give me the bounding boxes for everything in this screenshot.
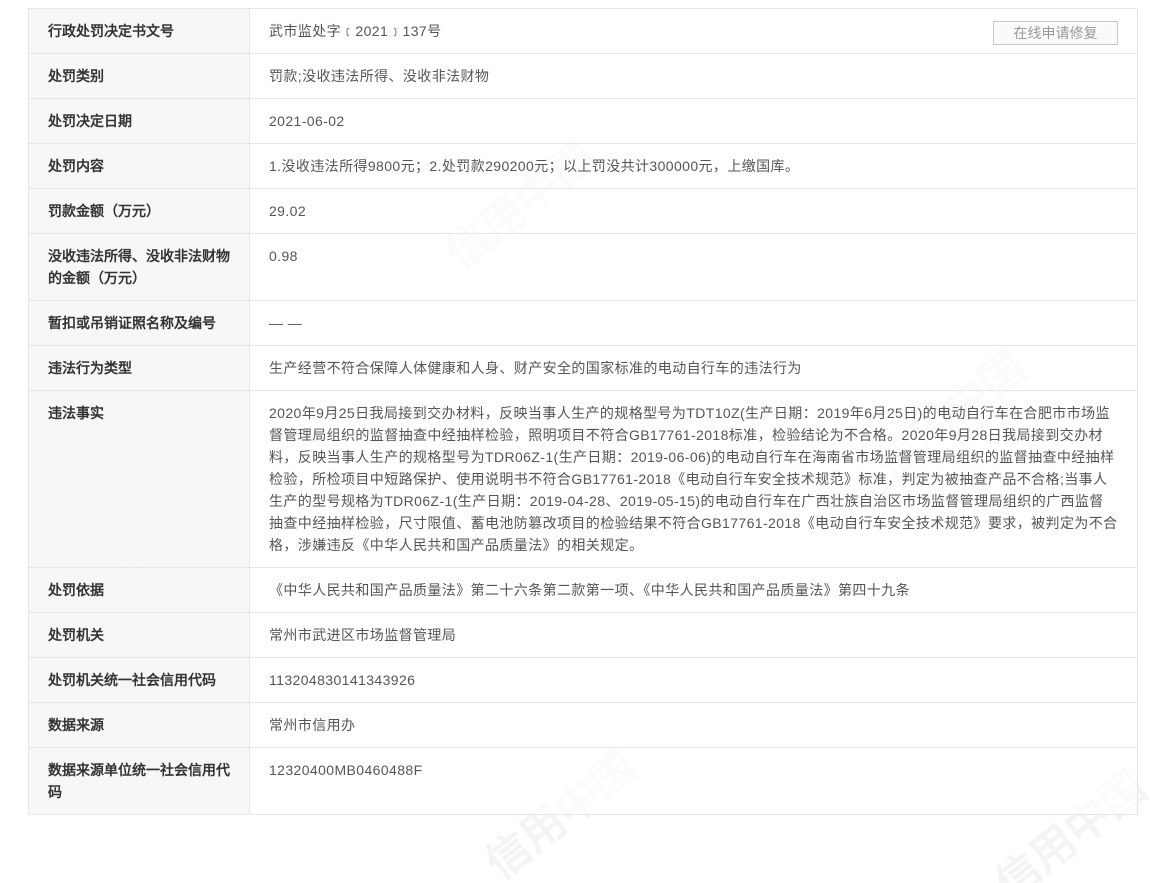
row-label: 处罚机关统一社会信用代码 xyxy=(28,657,250,703)
row-label: 处罚依据 xyxy=(28,567,250,613)
table-row: 处罚机关 常州市武进区市场监督管理局 xyxy=(28,612,1138,658)
table-row: 罚款金额（万元） 29.02 xyxy=(28,188,1138,234)
table-row: 处罚机关统一社会信用代码 113204830141343926 xyxy=(28,657,1138,703)
row-label: 行政处罚决定书文号 xyxy=(28,8,250,54)
row-label: 罚款金额（万元） xyxy=(28,188,250,234)
table-row: 处罚依据 《中华人民共和国产品质量法》第二十六条第二款第一项、《中华人民共和国产… xyxy=(28,567,1138,613)
row-value: 武市监处字﹝2021﹞137号 xyxy=(269,23,442,39)
row-value: 12320400MB0460488F xyxy=(249,747,1138,815)
row-value: 罚款;没收违法所得、没收非法财物 xyxy=(249,53,1138,99)
row-label: 处罚机关 xyxy=(28,612,250,658)
row-value: 常州市信用办 xyxy=(249,702,1138,748)
row-value-cell: 武市监处字﹝2021﹞137号 在线申请修复 xyxy=(249,8,1138,54)
table-row: 违法事实 2020年9月25日我局接到交办材料，反映当事人生产的规格型号为TDT… xyxy=(28,390,1138,568)
row-label: 数据来源 xyxy=(28,702,250,748)
table-row: 数据来源 常州市信用办 xyxy=(28,702,1138,748)
row-label: 处罚内容 xyxy=(28,143,250,189)
row-label: 处罚决定日期 xyxy=(28,98,250,144)
table-row: 数据来源单位统一社会信用代码 12320400MB0460488F xyxy=(28,747,1138,815)
table-row: 暂扣或吊销证照名称及编号 — — xyxy=(28,300,1138,346)
row-value: 2020年9月25日我局接到交办材料，反映当事人生产的规格型号为TDT10Z(生… xyxy=(249,390,1138,568)
table-row: 处罚决定日期 2021-06-02 xyxy=(28,98,1138,144)
row-value: 生产经营不符合保障人体健康和人身、财产安全的国家标准的电动自行车的违法行为 xyxy=(249,345,1138,391)
row-value: 2021-06-02 xyxy=(249,98,1138,144)
table-row: 没收违法所得、没收非法财物的金额（万元） 0.98 xyxy=(28,233,1138,301)
row-label: 违法行为类型 xyxy=(28,345,250,391)
table-row: 行政处罚决定书文号 武市监处字﹝2021﹞137号 在线申请修复 xyxy=(28,8,1138,54)
row-value: 0.98 xyxy=(249,233,1138,301)
row-label: 违法事实 xyxy=(28,390,250,568)
table-row: 处罚内容 1.没收违法所得9800元；2.处罚款290200元；以上罚没共计30… xyxy=(28,143,1138,189)
row-label: 数据来源单位统一社会信用代码 xyxy=(28,747,250,815)
row-label: 暂扣或吊销证照名称及编号 xyxy=(28,300,250,346)
row-value: 1.没收违法所得9800元；2.处罚款290200元；以上罚没共计300000元… xyxy=(249,143,1138,189)
row-value: 29.02 xyxy=(249,188,1138,234)
row-value: 常州市武进区市场监督管理局 xyxy=(249,612,1138,658)
online-repair-button[interactable]: 在线申请修复 xyxy=(993,21,1118,45)
table-row: 违法行为类型 生产经营不符合保障人体健康和人身、财产安全的国家标准的电动自行车的… xyxy=(28,345,1138,391)
row-label: 处罚类别 xyxy=(28,53,250,99)
penalty-record-table: 行政处罚决定书文号 武市监处字﹝2021﹞137号 在线申请修复 处罚类别 罚款… xyxy=(28,8,1138,815)
row-value: — — xyxy=(249,300,1138,346)
table-row: 处罚类别 罚款;没收违法所得、没收非法财物 xyxy=(28,53,1138,99)
row-value: 113204830141343926 xyxy=(249,657,1138,703)
row-value: 《中华人民共和国产品质量法》第二十六条第二款第一项、《中华人民共和国产品质量法》… xyxy=(249,567,1138,613)
row-label: 没收违法所得、没收非法财物的金额（万元） xyxy=(28,233,250,301)
